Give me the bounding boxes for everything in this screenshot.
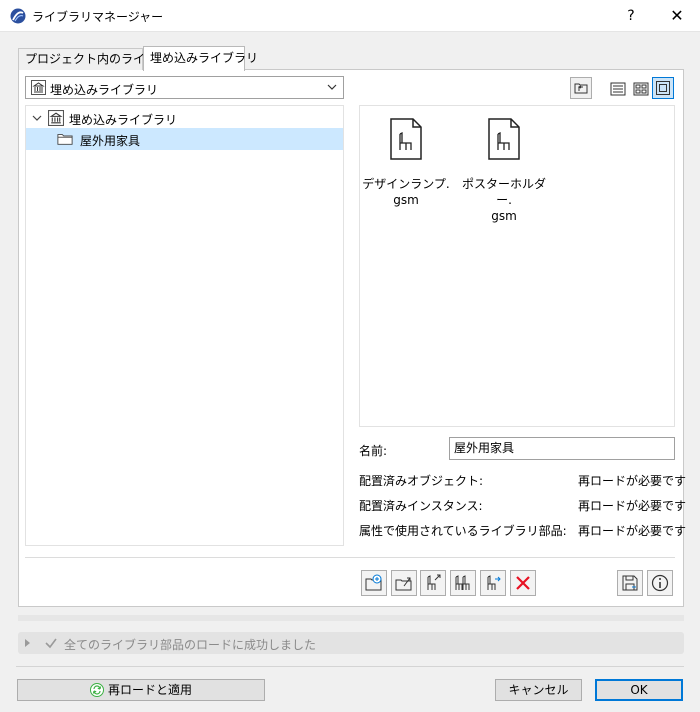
name-label: 名前: [359, 444, 388, 458]
info-button[interactable] [647, 570, 673, 596]
ok-button[interactable]: OK [595, 679, 683, 701]
library-dropdown-value: 埋め込みライブラリ [50, 83, 159, 97]
placed-instances-value: 再ロードが必要です [578, 499, 687, 513]
list-view-icon [610, 82, 626, 96]
library-dropdown[interactable]: 埋め込みライブラリ [25, 76, 344, 99]
folder-icon [57, 134, 73, 145]
reload-and-apply-label: 再ロードと適用 [107, 683, 192, 697]
tree-item-label: 屋外用家具 [80, 134, 141, 148]
parent-folder-icon [574, 83, 588, 94]
move-object-icon [487, 575, 501, 590]
tree-item-outdoor-furniture[interactable]: 屋外用家具 [26, 128, 343, 150]
cancel-button[interactable]: キャンセル [495, 679, 582, 701]
parent-folder-button[interactable] [570, 77, 592, 99]
import-folder-button[interactable] [391, 570, 417, 596]
preview-view-button[interactable] [652, 77, 674, 99]
help-button[interactable]: ? [608, 0, 654, 32]
move-object-button[interactable] [480, 570, 506, 596]
export-object-button[interactable] [420, 570, 446, 596]
tab-embedded-library[interactable]: 埋め込みライブラリ [143, 46, 258, 71]
object-item[interactable]: デザインランプ. gsm [360, 116, 452, 208]
status-message: 全てのライブラリ部品のロードに成功しました [64, 638, 317, 652]
object-item[interactable]: ポスターホルダー. gsm [458, 116, 550, 224]
export-object-icon [427, 574, 441, 590]
expand-triangle-icon[interactable] [24, 638, 32, 648]
placed-instances-label: 配置済みインスタンス: [359, 499, 483, 513]
delete-icon [516, 576, 530, 590]
window-title: ライブラリマネージャー [32, 10, 164, 24]
separator-bar [18, 615, 684, 621]
reload-and-apply-button[interactable]: 再ロードと適用 [17, 679, 265, 701]
add-library-icon [365, 574, 382, 591]
preview-view-icon [656, 81, 670, 95]
folder-tree: 埋め込みライブラリ 屋外用家具 [25, 105, 344, 546]
object-preview-panel: デザインランプ. gsm ポスターホルダー. gsm [359, 105, 675, 427]
save-button[interactable] [617, 570, 643, 596]
close-button[interactable]: ✕ [654, 0, 700, 32]
grid-view-button[interactable] [629, 77, 651, 99]
library-icon [48, 110, 64, 126]
object-name: デザインランプ. gsm [362, 177, 450, 207]
attribute-library-parts-value: 再ロードが必要です [578, 524, 687, 538]
add-library-button[interactable] [361, 570, 387, 596]
divider [16, 666, 684, 667]
tree-item-embedded-library[interactable]: 埋め込みライブラリ [26, 107, 343, 129]
placed-objects-value: 再ロードが必要です [578, 474, 687, 488]
delete-button[interactable] [510, 570, 536, 596]
chevron-down-icon[interactable] [32, 113, 42, 123]
import-folder-icon [395, 577, 412, 591]
tree-item-label: 埋め込みライブラリ [69, 113, 178, 127]
checkmark-icon [45, 638, 57, 649]
archicad-app-icon [10, 8, 26, 24]
object-name: ポスターホルダー. gsm [461, 177, 546, 223]
duplicate-objects-icon [455, 575, 470, 590]
info-icon [651, 574, 669, 592]
chevron-down-icon [327, 84, 337, 90]
divider [25, 557, 675, 558]
title-bar: ライブラリマネージャー ? ✕ [0, 0, 700, 32]
list-view-button[interactable] [606, 77, 628, 99]
status-bar[interactable]: 全てのライブラリ部品のロードに成功しました [18, 632, 684, 654]
gsm-chair-file-icon [390, 118, 422, 160]
gsm-chair-file-icon [488, 118, 520, 160]
reload-icon [89, 683, 104, 697]
name-field[interactable]: 屋外用家具 [449, 437, 675, 460]
grid-view-icon [633, 82, 649, 96]
duplicate-objects-button[interactable] [450, 570, 476, 596]
attribute-library-parts-label: 属性で使用されているライブラリ部品: [359, 524, 567, 538]
placed-objects-label: 配置済みオブジェクト: [359, 474, 484, 488]
save-icon [622, 575, 638, 591]
tab-project-libraries[interactable]: プロジェクト内のライブラリ [18, 48, 181, 70]
library-icon [31, 80, 46, 95]
